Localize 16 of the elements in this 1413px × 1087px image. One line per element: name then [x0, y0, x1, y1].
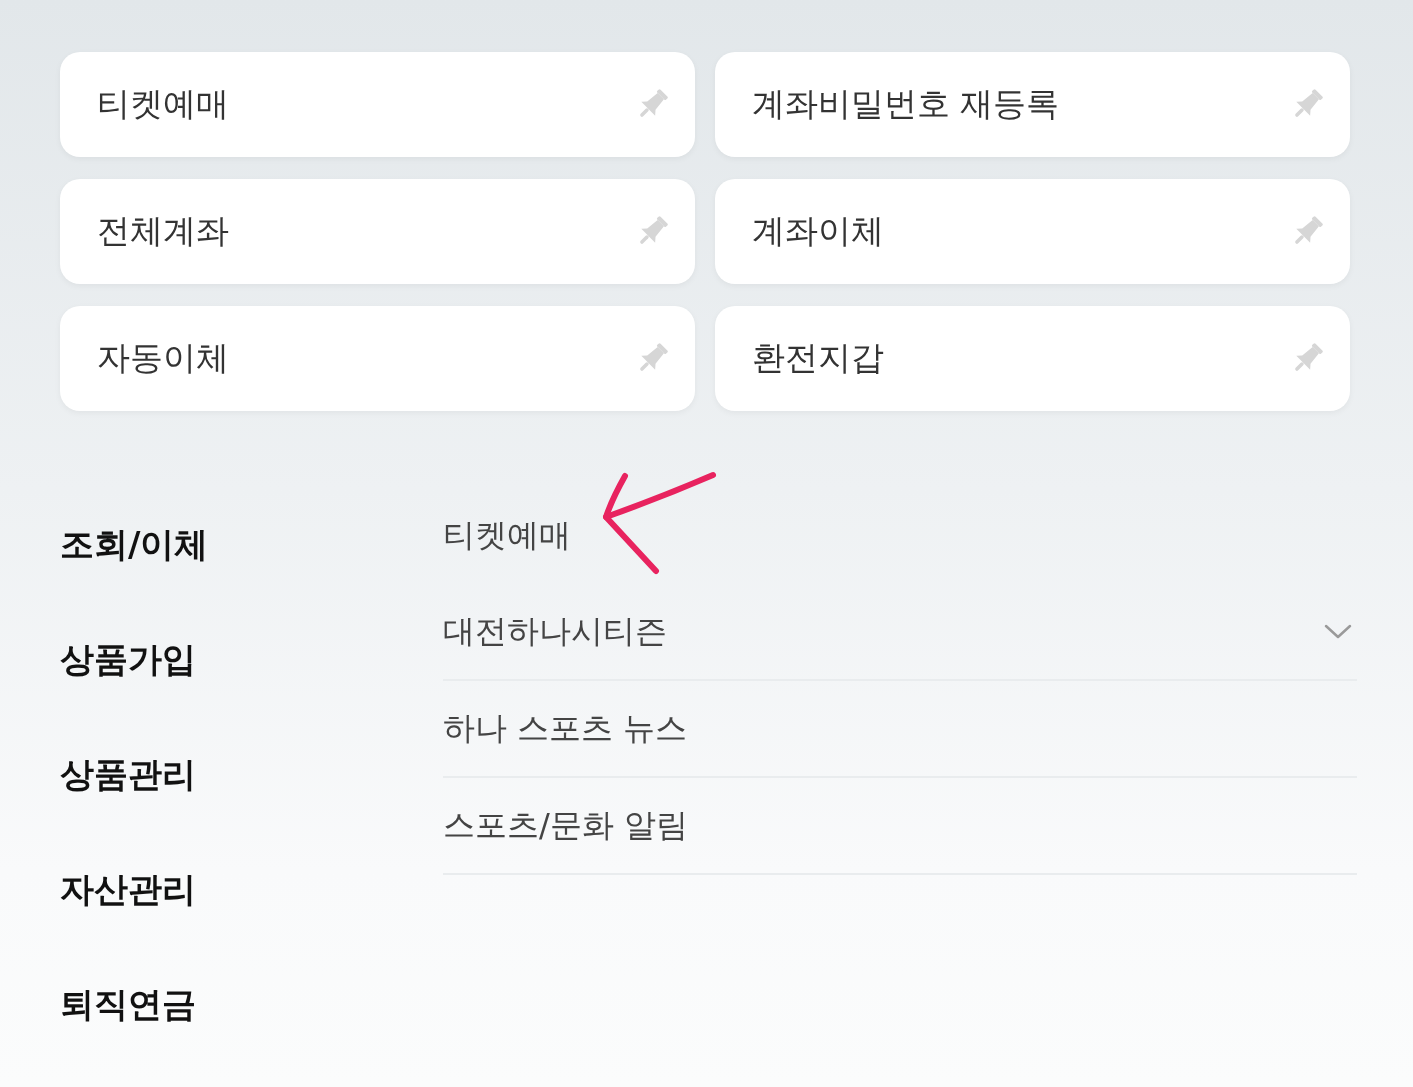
submenu-item[interactable]: 하나 스포츠 뉴스	[443, 681, 1357, 778]
submenu-item[interactable]: 스포츠/문화 알림	[443, 778, 1357, 875]
category-item[interactable]: 조회/이체	[60, 521, 209, 568]
category-item[interactable]: 퇴직연금	[60, 981, 196, 1028]
shortcut-label[interactable]: 계좌비밀번호 재등록	[752, 82, 1060, 127]
chevron-down-icon	[1324, 623, 1352, 640]
category-item[interactable]: 상품관리	[60, 751, 196, 798]
category-item[interactable]: 상품가입	[60, 636, 196, 683]
category-item[interactable]: 자산관리	[60, 866, 196, 913]
shortcut-label[interactable]: 전체계좌	[97, 209, 229, 254]
shortcut-label[interactable]: 자동이체	[97, 336, 229, 381]
submenu-title[interactable]: 티켓예매	[443, 513, 571, 558]
shortcut-label[interactable]: 계좌이체	[752, 209, 884, 254]
submenu-item[interactable]: 대전하나시티즌	[443, 584, 1357, 681]
shortcut-label[interactable]: 티켓예매	[97, 82, 229, 127]
shortcut-label[interactable]: 환전지갑	[752, 336, 884, 381]
